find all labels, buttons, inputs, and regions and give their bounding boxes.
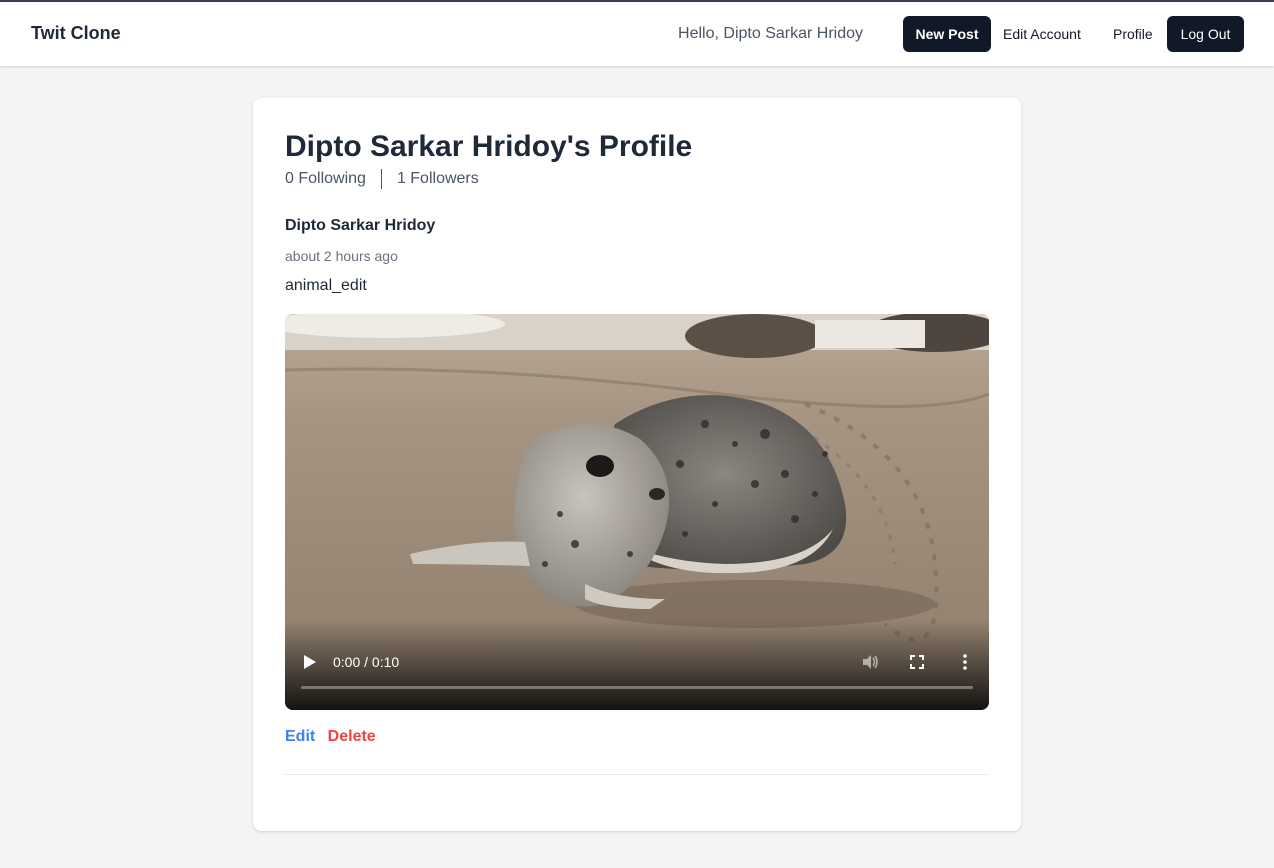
log-out-button[interactable]: Log Out (1167, 16, 1244, 52)
post-divider (285, 774, 989, 775)
post-video[interactable]: 0:00 / 0:10 (285, 314, 989, 710)
play-icon[interactable] (303, 654, 317, 670)
video-progress-bar[interactable] (301, 686, 973, 689)
post-timestamp: about 2 hours ago (285, 248, 398, 264)
follow-stats: 0 Following 1 Followers (285, 169, 479, 189)
page-title: Dipto Sarkar Hridoy's Profile (285, 130, 693, 163)
post-body: animal_edit (285, 277, 367, 294)
delete-post-link[interactable]: Delete (328, 728, 376, 745)
brand-logo[interactable]: Twit Clone (31, 23, 121, 44)
followers-count[interactable]: 1 Followers (397, 170, 479, 188)
navbar: Twit Clone Hello, Dipto Sarkar Hridoy Ne… (0, 2, 1274, 66)
fullscreen-icon[interactable] (910, 655, 924, 669)
stats-divider (380, 169, 382, 189)
more-vertical-icon[interactable] (962, 654, 968, 670)
new-post-button[interactable]: New Post (903, 16, 991, 52)
volume-icon[interactable] (861, 653, 879, 671)
profile-card: Dipto Sarkar Hridoy's Profile 0 Followin… (253, 98, 1021, 831)
post-author: Dipto Sarkar Hridoy (285, 217, 436, 234)
video-time: 0:00 / 0:10 (333, 654, 400, 670)
edit-post-link[interactable]: Edit (285, 728, 315, 745)
following-count[interactable]: 0 Following (285, 170, 366, 188)
edit-account-link[interactable]: Edit Account (1003, 26, 1081, 42)
profile-link[interactable]: Profile (1113, 26, 1153, 42)
post-actions: Edit Delete (285, 728, 376, 746)
user-greeting: Hello, Dipto Sarkar Hridoy (678, 25, 863, 42)
